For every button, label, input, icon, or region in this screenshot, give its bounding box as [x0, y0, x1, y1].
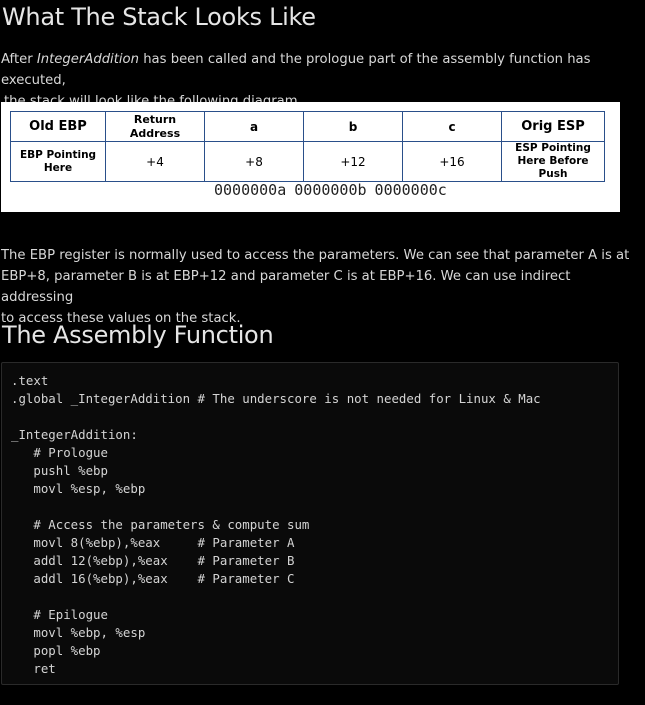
cell-ebp-pointing-label: EBP Pointing Here	[19, 148, 97, 174]
header-return-address: Return Address	[105, 111, 205, 142]
cell-offset-16: +16	[402, 141, 502, 182]
cell-offset-4: +4	[105, 141, 205, 182]
cell-ebp-pointing: EBP Pointing Here	[10, 141, 106, 182]
body-line-1: The EBP register is normally used to acc…	[1, 248, 630, 263]
assembly-code[interactable]: .text .global _IntegerAddition # The und…	[11, 372, 541, 678]
section-title-stack: What The Stack Looks Like	[2, 3, 316, 31]
cell-offset-8: +8	[204, 141, 304, 182]
cell-offset-12: +12	[303, 141, 403, 182]
code-block[interactable]: .text .global _IntegerAddition # The und…	[1, 362, 619, 685]
header-c: c	[402, 111, 502, 142]
body-line-2: EBP+8, parameter B is at EBP+12 and para…	[1, 269, 571, 305]
cell-esp-pointing: ESP Pointing Here Before Push	[501, 141, 605, 182]
cell-esp-pointing-label: ESP Pointing Here Before Push	[515, 142, 591, 181]
stack-diagram: Old EBP Return Address a b c Orig ESP EB…	[1, 102, 620, 212]
header-b: b	[303, 111, 403, 142]
function-name: IntegerAddition	[36, 52, 139, 67]
intro-line-1: After IntegerAddition has been called an…	[1, 49, 641, 91]
header-old-ebp: Old EBP	[10, 111, 106, 142]
intro-prefix: After	[1, 52, 37, 67]
ebp-explanation-paragraph: The EBP register is normally used to acc…	[1, 245, 641, 329]
section-title-assembly: The Assembly Function	[2, 321, 274, 349]
header-orig-esp: Orig ESP	[501, 111, 605, 142]
header-a: a	[204, 111, 304, 142]
header-return-address-label: Return Address	[129, 112, 181, 140]
stack-table: Old EBP Return Address a b c Orig ESP EB…	[10, 111, 605, 182]
parameter-values: 0000000a 0000000b 0000000c	[214, 181, 447, 199]
